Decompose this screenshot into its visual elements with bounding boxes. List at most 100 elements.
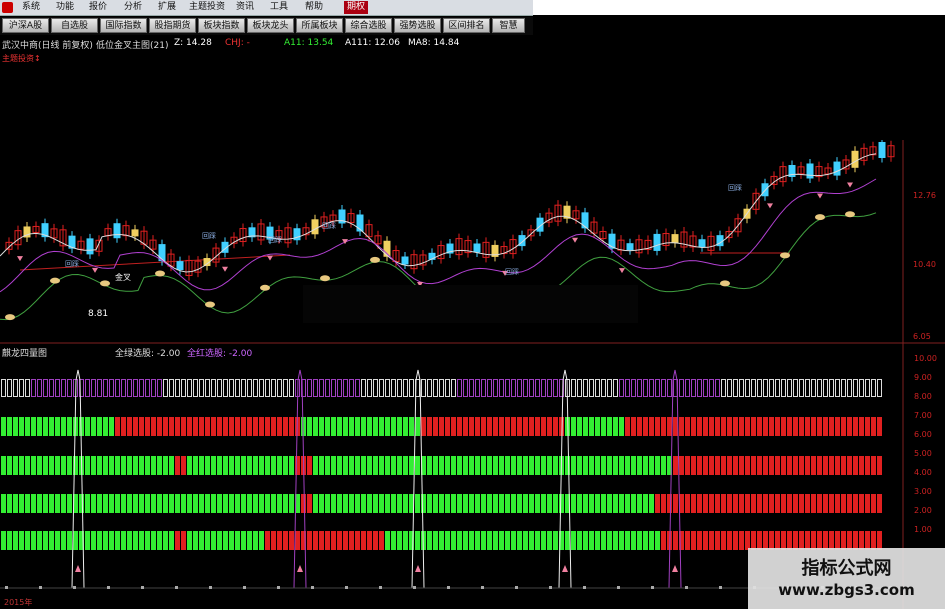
indicator-cell (763, 417, 768, 436)
indicator-cell (709, 456, 714, 475)
indicator-cell (817, 417, 822, 436)
indicator-cell (601, 417, 606, 436)
indicator-hollow-cell (421, 379, 426, 397)
indicator-cell (283, 417, 288, 436)
pink-marker (572, 237, 578, 243)
indicator-cell (769, 494, 774, 513)
indicator-cell (877, 494, 882, 513)
indicator-cell (247, 417, 252, 436)
gold-marker (50, 277, 60, 284)
indicator-cell (829, 456, 834, 475)
indicator-cell (751, 456, 756, 475)
indicator-cell (271, 531, 276, 550)
indicator-cell (115, 531, 120, 550)
indicator-cell (133, 456, 138, 475)
indicator-cell (31, 417, 36, 436)
indicator-cell (319, 494, 324, 513)
indicator-cell (313, 531, 318, 550)
candle-body (671, 234, 679, 244)
indicator-cell (181, 417, 186, 436)
pink-marker (17, 256, 23, 262)
indicator-hollow-cell (397, 379, 402, 397)
indicator-cell (319, 531, 324, 550)
indicator-cell (511, 494, 516, 513)
indicator-hollow-cell (403, 379, 408, 397)
indicator-cell (379, 494, 384, 513)
indicator-hollow-cell (739, 379, 744, 397)
indicator-hollow-cell (151, 379, 156, 397)
indicator-cell (445, 417, 450, 436)
indicator-cell (715, 417, 720, 436)
indicator-cell (391, 531, 396, 550)
signal-arrow (75, 565, 81, 572)
indicator-cell (409, 417, 414, 436)
indicator-cell (703, 531, 708, 550)
indicator-cell (469, 417, 474, 436)
indicator-hollow-cell (283, 379, 288, 397)
indicator-hollow-cell (145, 379, 150, 397)
indicator-cell (595, 417, 600, 436)
indicator-cell (325, 531, 330, 550)
indicator-tick: 4.00 (914, 468, 932, 477)
indicator-cell (13, 494, 18, 513)
indicator-cell (151, 531, 156, 550)
indicator-cell (193, 417, 198, 436)
indicator-cell (421, 417, 426, 436)
indicator-cell (631, 494, 636, 513)
indicator-cell (685, 456, 690, 475)
indicator-cell (697, 531, 702, 550)
indicator-hollow-cell (661, 379, 666, 397)
indicator-hollow-cell (841, 379, 846, 397)
indicator-cell (241, 417, 246, 436)
indicator-cell (529, 494, 534, 513)
indicator-cell (865, 456, 870, 475)
indicator-cell (607, 456, 612, 475)
indicator-cell (337, 531, 342, 550)
indicator-cell (61, 494, 66, 513)
signal-spike (411, 369, 425, 589)
indicator-cell (79, 494, 84, 513)
indicator-cell (91, 417, 96, 436)
indicator-cell (415, 494, 420, 513)
indicator-hollow-cell (199, 379, 204, 397)
indicator-hollow-cell (529, 379, 534, 397)
indicator-cell (289, 456, 294, 475)
indicator-cell (847, 494, 852, 513)
indicator-hollow-cell (97, 379, 102, 397)
indicator-cell (571, 417, 576, 436)
indicator-cell (139, 531, 144, 550)
indicator-hollow-cell (343, 379, 348, 397)
indicator-cell (61, 456, 66, 475)
indicator-cell (721, 494, 726, 513)
gold-marker (320, 275, 330, 282)
indicator-cell (853, 417, 858, 436)
theme-invest-label[interactable]: 主题投资↕ (2, 53, 41, 64)
price-tick: 12.76 (913, 191, 936, 200)
indicator-hollow-cell (445, 379, 450, 397)
indicator-cell (643, 494, 648, 513)
indicator-cell (865, 417, 870, 436)
indicator-cell (1, 456, 6, 475)
indicator-cell (499, 494, 504, 513)
indicator-cell (781, 494, 786, 513)
indicator-cell (637, 417, 642, 436)
pink-marker (817, 193, 823, 199)
indicator-tick: 6.00 (914, 430, 932, 439)
indicator-hollow-cell (667, 379, 672, 397)
candle-body (176, 261, 184, 271)
indicator-cell (607, 531, 612, 550)
indicator-cell (61, 531, 66, 550)
indicator-cell (391, 456, 396, 475)
indicator-cell (499, 531, 504, 550)
indicator-cell (301, 494, 306, 513)
indicator-cell (757, 417, 762, 436)
indicator-cell (499, 456, 504, 475)
indicator-cell (775, 417, 780, 436)
indicator-tick: 2.00 (914, 506, 932, 515)
indicator-hollow-cell (439, 379, 444, 397)
indicator-cell (313, 494, 318, 513)
indicator-cell (721, 417, 726, 436)
indicator-cell (583, 531, 588, 550)
indicator-hollow-cell (205, 379, 210, 397)
indicator-cell (235, 456, 240, 475)
